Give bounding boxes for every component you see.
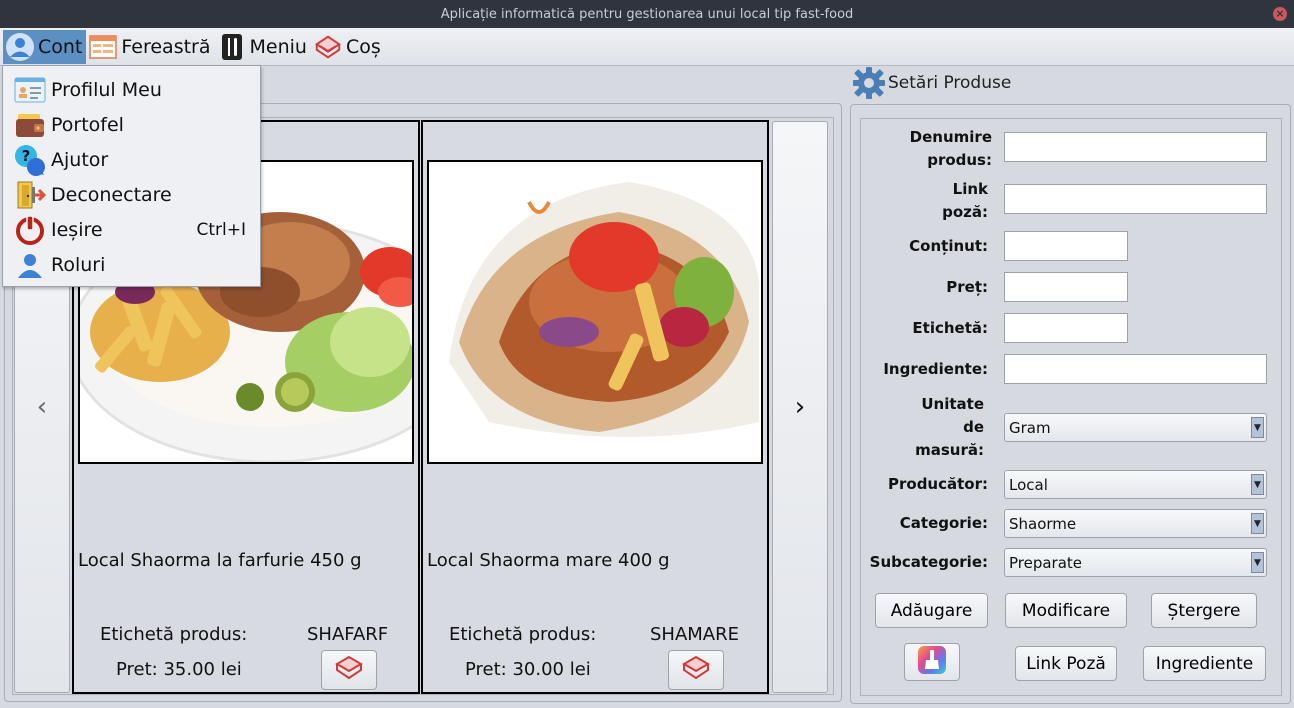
producator-label: Producător: (888, 475, 988, 493)
menu-fereastra[interactable]: Fereastră (86, 30, 214, 64)
subcategorie-label: Subcategorie: (869, 553, 988, 571)
title-bar: Aplicație informatică pentru gestionarea… (0, 0, 1294, 28)
gear-icon (852, 66, 886, 100)
chevron-left-icon: ‹ (36, 392, 48, 422)
product-name: Local Shaorma la farfurie 450 g (78, 550, 362, 571)
chevron-down-icon: ▼ (1251, 513, 1264, 534)
chevron-down-icon: ▼ (1251, 474, 1264, 495)
product-price: Pret: 30.00 lei (465, 659, 591, 680)
power-icon (13, 213, 47, 247)
menu-item-label: Deconectare (51, 183, 172, 206)
paint-brush-icon (917, 645, 947, 680)
menu-cont-label: Cont (38, 35, 83, 58)
menu-item-label: Ajutor (51, 148, 109, 171)
menu-cont[interactable]: Cont (3, 29, 87, 64)
menu-item-ajutor[interactable]: ? Ajutor (3, 142, 260, 177)
wallet-icon (13, 108, 47, 142)
menu-item-profilul-meu[interactable]: Profilul Meu (3, 72, 260, 107)
utensils-icon (217, 32, 247, 62)
eticheta-input[interactable] (1004, 313, 1128, 343)
chevron-down-icon: ▼ (1251, 417, 1264, 438)
categorie-select[interactable]: Shaorme ▼ (1004, 509, 1267, 538)
subcategorie-select[interactable]: Preparate ▼ (1004, 548, 1267, 577)
link-label: Link poză: (942, 180, 988, 221)
shortcut-label: Ctrl+I (196, 219, 246, 240)
logout-door-icon (13, 178, 47, 212)
menu-meniu-label: Meniu (249, 35, 307, 58)
profile-card-icon (13, 73, 47, 107)
link-photo-button[interactable]: Link Poză (1015, 646, 1117, 681)
menu-item-label: Profilul Meu (51, 78, 162, 101)
link-poza-input[interactable] (1004, 184, 1267, 214)
product-name: Local Shaorma mare 400 g (427, 550, 670, 571)
menu-item-deconectare[interactable]: Deconectare (3, 177, 260, 212)
product-tag: SHAMARE (650, 624, 739, 645)
menu-item-iesire[interactable]: Ieșire Ctrl+I (3, 212, 260, 247)
clear-form-button[interactable] (904, 643, 960, 681)
cont-dropdown-menu: Profilul Meu Portofel ? Ajutor Deconecta… (2, 65, 261, 287)
add-button[interactable]: Adăugare (875, 593, 988, 628)
continut-input[interactable] (1004, 231, 1128, 261)
help-icon: ? (13, 143, 47, 177)
settings-title-label: Setări Produse (888, 73, 1012, 93)
window-title: Aplicație informatică pentru gestionarea… (440, 6, 854, 22)
basket-icon (313, 32, 343, 62)
window-icon (88, 32, 118, 62)
user-icon (13, 248, 47, 282)
menu-meniu[interactable]: Meniu (215, 30, 311, 64)
tag-label: Etichetă produs: (449, 624, 597, 645)
settings-title: Setări Produse (852, 66, 1011, 100)
basket-icon (680, 654, 712, 686)
producator-select[interactable]: Local ▼ (1004, 470, 1267, 499)
product-price: Pret: 35.00 lei (116, 659, 242, 680)
menu-cos[interactable]: Coș (311, 30, 385, 64)
menu-fereastra-label: Fereastră (121, 35, 211, 58)
menu-item-roluri[interactable]: Roluri (3, 247, 260, 282)
modify-button[interactable]: Modificare (1005, 593, 1127, 628)
unitate-value: Gram (1009, 418, 1051, 437)
denumire-label: Denumire produs: (909, 128, 992, 169)
add-to-cart-button[interactable] (668, 650, 724, 690)
chevron-down-icon: ▼ (1251, 552, 1264, 573)
close-window-button[interactable]: × (1273, 7, 1287, 21)
chevron-right-icon: › (794, 392, 806, 422)
pret-label: Preț: (946, 278, 988, 296)
unitate-label: Unitate de masură: (915, 395, 984, 459)
eticheta-label: Etichetă: (912, 319, 988, 337)
unitate-select[interactable]: Gram ▼ (1004, 413, 1267, 442)
menu-item-label: Roluri (51, 253, 106, 276)
ingrediente-label: Ingrediente: (883, 360, 988, 378)
user-icon (5, 32, 35, 62)
ingrediente-input[interactable] (1004, 354, 1267, 384)
menu-bar: Cont Fereastră Meniu Coș (0, 28, 1294, 66)
categorie-value: Shaorme (1009, 514, 1077, 533)
ingredients-button[interactable]: Ingrediente (1143, 646, 1266, 681)
categorie-label: Categorie: (899, 514, 988, 532)
continut-label: Conținut: (909, 237, 988, 255)
subcategorie-value: Preparate (1009, 553, 1083, 572)
wrap-shawarma-photo (427, 160, 763, 464)
basket-icon (333, 654, 365, 686)
menu-cos-label: Coș (345, 35, 381, 58)
pret-input[interactable] (1004, 272, 1128, 302)
product-card: Local Shaorma mare 400 g Etichetă produs… (421, 120, 769, 694)
menu-item-portofel[interactable]: Portofel (3, 107, 260, 142)
next-button[interactable]: › (772, 121, 828, 693)
product-tag: SHAFARF (307, 624, 389, 645)
producator-value: Local (1009, 475, 1048, 494)
menu-item-label: Ieșire (51, 218, 103, 241)
tag-label: Etichetă produs: (100, 624, 248, 645)
denumire-input[interactable] (1004, 132, 1267, 162)
add-to-cart-button[interactable] (321, 650, 377, 690)
menu-item-label: Portofel (51, 113, 124, 136)
delete-button[interactable]: Ștergere (1151, 593, 1257, 628)
